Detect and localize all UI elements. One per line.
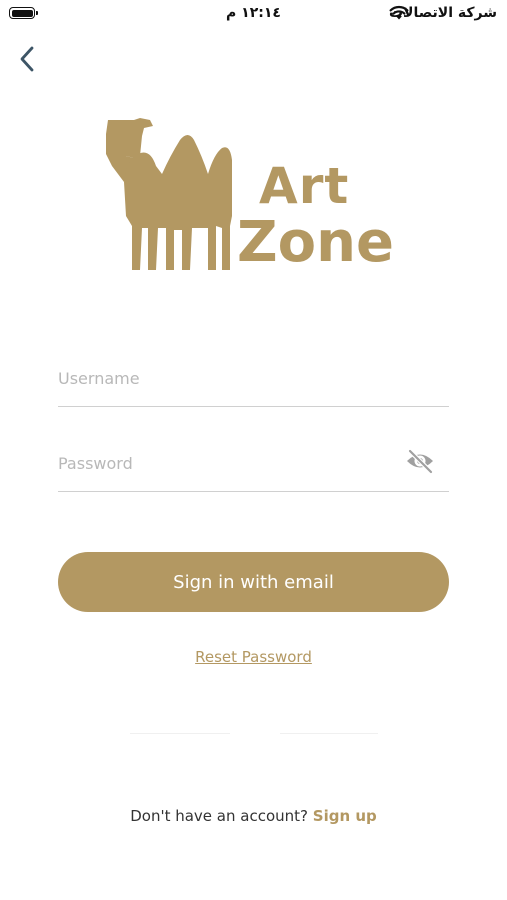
status-bar: ١٢:١٤ م شركة الاتصالات [0,0,507,30]
signup-prompt: Don't have an account? [130,807,308,825]
username-input[interactable] [58,360,388,396]
divider-left [130,733,230,734]
carrier-name: شركة الاتصالات [388,5,497,21]
username-field[interactable] [58,360,449,407]
password-input[interactable] [58,445,388,481]
eye-slash-icon [407,448,434,475]
back-button[interactable] [14,44,42,74]
camel-logo-icon [106,118,232,270]
signup-link[interactable]: Sign up [313,807,377,825]
password-visibility-toggle[interactable] [405,447,435,475]
reset-password-link[interactable]: Reset Password [0,648,507,666]
logo-text-zone: Zone [237,210,394,275]
app-logo: Art Zone [104,116,404,276]
chevron-left-icon [20,46,34,72]
signin-email-button[interactable]: Sign in with email [58,552,449,612]
logo-text-art: Art [259,157,350,215]
password-field[interactable] [58,445,449,492]
divider-right [280,733,378,734]
signup-row: Don't have an account? Sign up [0,807,507,825]
